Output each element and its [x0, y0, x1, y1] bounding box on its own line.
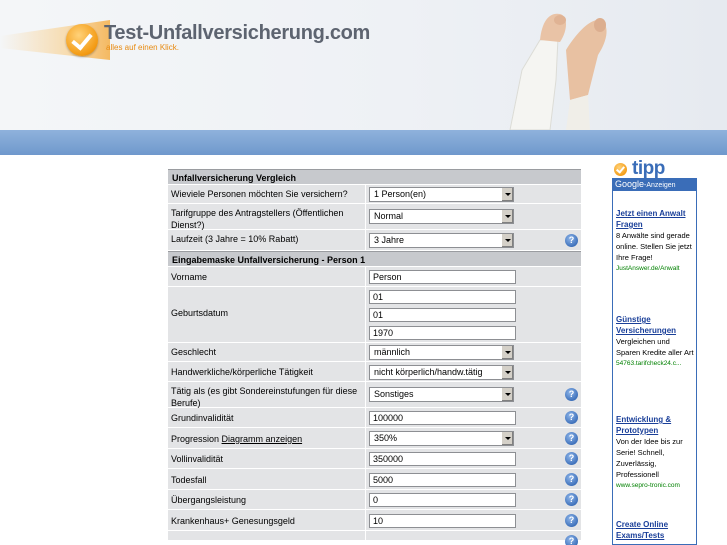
chevron-down-icon[interactable] [501, 234, 513, 247]
label-vollinvaliditaet: Vollinvalidität [168, 449, 366, 468]
grundinvaliditaet-input[interactable]: 100000 [369, 411, 516, 425]
label-tarifgruppe: Tarifgruppe des Antragstellers (Öffentli… [168, 204, 366, 230]
label-persons: Wieviele Personen möchten Sie versichern… [168, 185, 366, 203]
uebergangsleistung-input[interactable]: 0 [369, 493, 516, 507]
progression-select-value: 350% [374, 433, 398, 443]
label-vorname: Vorname [168, 267, 366, 286]
ad-title[interactable]: Create Online Exams/Tests [616, 519, 696, 541]
help-icon[interactable]: ? [565, 452, 578, 465]
help-icon[interactable]: ? [565, 473, 578, 486]
ad-item[interactable]: Jetzt einen Anwalt Fragen 8 Anwälte sind… [616, 208, 696, 274]
persons-select-value: 1 Person(en) [374, 189, 427, 199]
taetigkeit-select-value: nicht körperlich/handw.tätig [374, 367, 483, 377]
ad-url[interactable]: www.sepro-tronic.com [616, 480, 696, 491]
label-geburtsdatum: Geburtsdatum [168, 287, 366, 342]
label-krankenhaus: Krankenhaus+ Genesungsgeld [168, 510, 366, 530]
insurance-form: Unfallversicherung Vergleich Wieviele Pe… [168, 169, 581, 545]
progression-select[interactable]: 350% [369, 431, 514, 446]
chevron-down-icon[interactable] [501, 366, 513, 379]
label-taetigkeit: Handwerkliche/körperliche Tätigkeit [168, 362, 366, 381]
geburt-month-input[interactable]: 01 [369, 308, 516, 322]
help-icon[interactable]: ? [565, 411, 578, 424]
label-beruf: Tätig als (es gibt Sondereinstufungen fü… [168, 382, 366, 408]
diagramm-link[interactable]: Diagramm anzeigen [222, 434, 303, 444]
chevron-down-icon[interactable] [501, 188, 513, 201]
help-icon[interactable]: ? [565, 514, 578, 527]
help-icon[interactable]: ? [565, 535, 578, 545]
geschlecht-select[interactable]: männlich [369, 345, 514, 360]
chevron-down-icon[interactable] [501, 388, 513, 401]
label-laufzeit: Laufzeit (3 Jahre = 10% Rabatt) [168, 230, 366, 250]
ad-item[interactable]: Create Online Exams/Tests [616, 519, 696, 541]
injured-foot-image [509, 13, 607, 130]
geschlecht-select-value: männlich [374, 347, 411, 357]
logo-check-icon[interactable] [66, 24, 98, 56]
chevron-down-icon[interactable] [501, 210, 513, 223]
geburt-year-input[interactable]: 1970 [369, 326, 516, 340]
persons-select[interactable]: 1 Person(en) [369, 187, 514, 202]
help-icon[interactable]: ? [565, 388, 578, 401]
ad-title[interactable]: Entwicklung & Prototypen [616, 414, 696, 436]
chevron-down-icon[interactable] [501, 346, 513, 359]
ad-item[interactable]: Entwicklung & Prototypen Von der Idee bi… [616, 414, 696, 491]
ads-header[interactable]: Google-Anzeigen [613, 178, 696, 191]
krankenhaus-input[interactable]: 10 [369, 514, 516, 528]
vorname-input[interactable]: Person [369, 270, 516, 284]
beruf-select[interactable]: Sonstiges [369, 387, 514, 402]
label-geschlecht: Geschlecht [168, 343, 366, 361]
ad-url[interactable]: JustAnswer.de/Anwalt [616, 263, 696, 274]
label-progression: Progression Diagramm anzeigen [168, 428, 366, 448]
beruf-select-value: Sonstiges [374, 389, 414, 399]
chevron-down-icon[interactable] [501, 432, 513, 445]
label-uebergangsleistung: Übergangsleistung [168, 490, 366, 509]
ad-url[interactable]: 54763.tarifcheck24.c... [616, 358, 696, 369]
ad-item[interactable]: Günstige Versicherungen Vergleichen und … [616, 314, 696, 369]
section-header: Eingabemaske Unfallversicherung - Person… [168, 251, 581, 267]
ad-title[interactable]: Günstige Versicherungen [616, 314, 696, 336]
vollinvaliditaet-input[interactable]: 350000 [369, 452, 516, 466]
help-icon[interactable]: ? [565, 493, 578, 506]
help-icon[interactable]: ? [565, 432, 578, 445]
google-ads-box: Google-Anzeigen Jetzt einen Anwalt Frage… [612, 178, 697, 545]
progression-label: Progression [171, 434, 220, 444]
geburt-day-input[interactable]: 01 [369, 290, 516, 304]
laufzeit-select-value: 3 Jahre [374, 235, 405, 245]
ad-text: Von der Idee bis zur Serie! Schnell, Zuv… [616, 437, 683, 479]
ads-brand: Google [615, 179, 645, 189]
todesfall-input[interactable]: 5000 [369, 473, 516, 487]
label-next-row [168, 531, 366, 540]
header-nav-bar [0, 130, 727, 155]
label-todesfall: Todesfall [168, 469, 366, 489]
tipp-check-icon [614, 163, 627, 176]
taetigkeit-select[interactable]: nicht körperlich/handw.tätig [369, 365, 514, 380]
label-grundinvaliditaet: Grundinvalidität [168, 408, 366, 427]
ad-text: Vergleichen und Sparen Kredite aller Art [616, 337, 694, 357]
logo-title[interactable]: Test-Unfallversicherung.com [104, 22, 370, 45]
ad-text: 8 Anwälte sind gerade online. Stellen Si… [616, 231, 692, 262]
laufzeit-select[interactable]: 3 Jahre [369, 233, 514, 248]
tarifgruppe-select-value: Normal [374, 211, 404, 221]
logo-subtitle: alles auf einen Klick. [106, 43, 179, 52]
site-header: Test-Unfallversicherung.com alles auf ei… [0, 0, 727, 130]
ad-title[interactable]: Jetzt einen Anwalt Fragen [616, 208, 696, 230]
tipp-title: tipp [632, 158, 665, 179]
section-header: Unfallversicherung Vergleich [168, 169, 581, 185]
tarifgruppe-select[interactable]: Normal [369, 209, 514, 224]
ads-header-text: -Anzeigen [644, 182, 676, 189]
help-icon[interactable]: ? [565, 234, 578, 247]
